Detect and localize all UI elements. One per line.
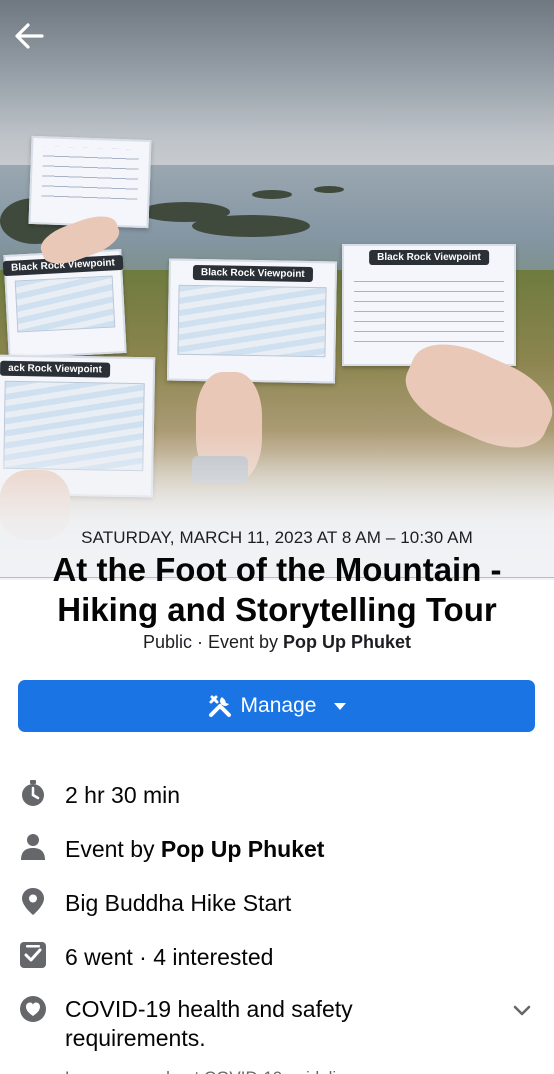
event-title: At the Foot of the Mountain - Hiking and… — [52, 551, 502, 628]
location-text: Big Buddha Hike Start — [65, 890, 292, 916]
chevron-down-icon[interactable] — [512, 1000, 532, 1020]
host-text: Event by Pop Up Phuket — [65, 835, 324, 864]
covid-text: COVID-19 health and safety requirements. — [65, 995, 353, 1053]
arrow-left-icon — [15, 23, 44, 49]
event-meta: Public · Event by Pop Up Phuket — [0, 632, 554, 653]
checkbox-icon — [20, 942, 46, 968]
postcard-label: Black Rock Viewpoint — [192, 264, 313, 283]
postcard-label: Black Rock Viewpoint — [369, 250, 489, 265]
postcard-writing — [354, 272, 504, 344]
tools-icon — [208, 695, 231, 717]
covid-details-truncated: Learn more about COVID-19 guidelines — [65, 1066, 385, 1074]
person-icon — [21, 834, 45, 860]
chevron-down-icon — [334, 702, 347, 710]
event-by-prefix: Event by — [207, 632, 284, 652]
stopwatch-icon — [22, 780, 44, 806]
covid-line-2: requirements. — [65, 1025, 206, 1051]
event-by-prefix: Event by — [65, 836, 161, 862]
responses-text: 6 went · 4 interested — [65, 943, 273, 972]
postcard-label: ack Rock Viewpoint — [0, 360, 110, 378]
meta-separator: · — [191, 632, 208, 652]
map-pin-icon — [22, 888, 44, 915]
visibility-label: Public — [142, 632, 192, 652]
event-date: SATURDAY, MARCH 11, 2023 AT 8 AM – 10:30… — [81, 528, 473, 547]
postcard-sketch — [14, 275, 116, 333]
manage-label: Manage — [240, 694, 317, 717]
interested-count: 4 interested — [153, 944, 274, 970]
island — [252, 190, 292, 199]
island — [314, 186, 344, 193]
covid-line-1: COVID-19 health and safety — [65, 996, 353, 1022]
host-link[interactable]: Pop Up Phuket — [161, 836, 325, 862]
went-count: 6 went — [65, 944, 133, 970]
postcard-sketch — [177, 284, 327, 358]
heart-shield-icon — [20, 996, 46, 1022]
postcard: Black Rock Viewpoint — [166, 258, 338, 384]
postcard: Black Rock Viewpoint — [2, 248, 127, 360]
duration-text: 2 hr 30 min — [65, 782, 181, 808]
island — [140, 202, 230, 222]
host-link[interactable]: Pop Up Phuket — [283, 632, 411, 652]
event-cover-photo: Black Rock Viewpoint Black Rock Viewpoin… — [0, 0, 554, 580]
postcard — [28, 135, 152, 229]
manage-button[interactable]: Manage — [18, 680, 535, 732]
postcard-writing — [41, 146, 140, 206]
responses-separator: · — [132, 944, 154, 970]
back-button[interactable] — [12, 18, 48, 54]
